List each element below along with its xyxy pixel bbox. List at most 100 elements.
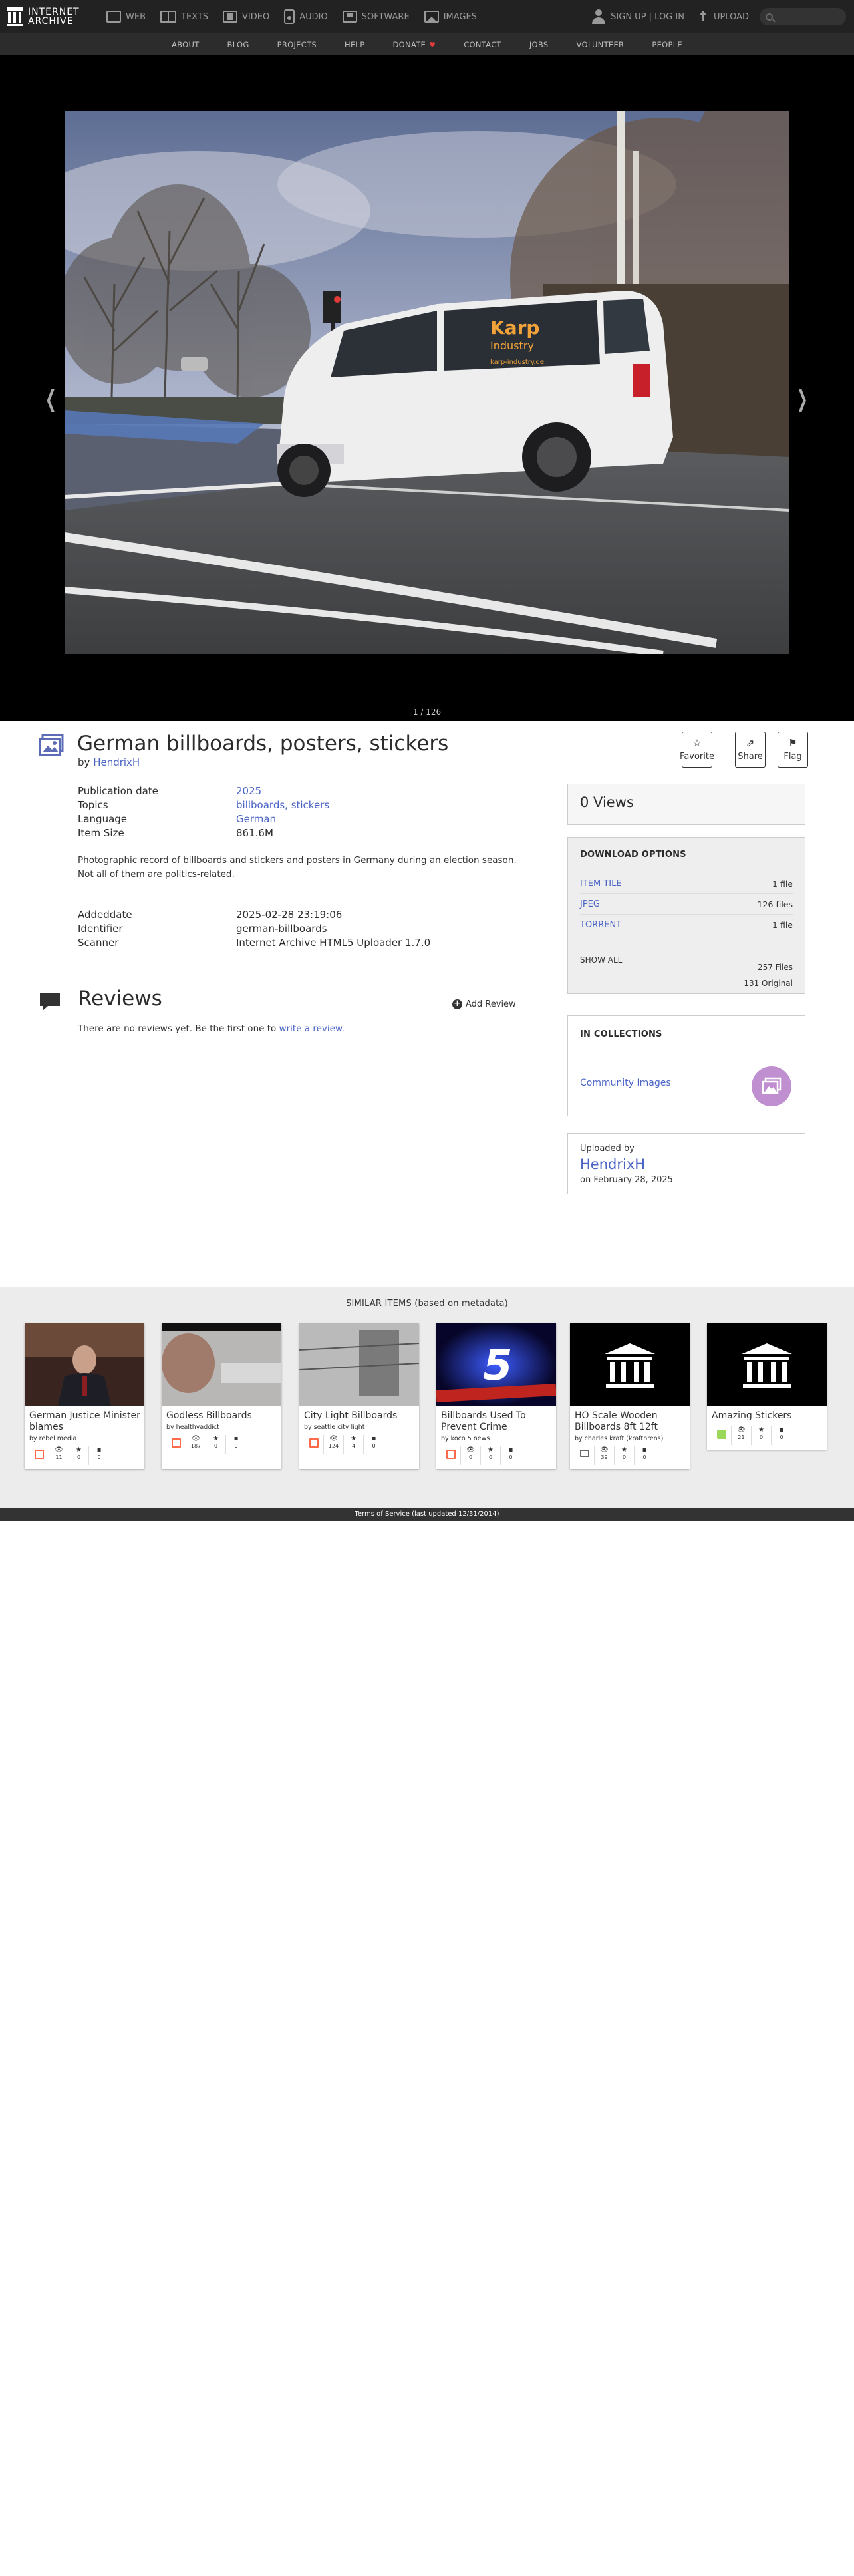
folder-type-icon	[579, 1450, 589, 1457]
download-options-heading: DOWNLOAD OPTIONS	[580, 850, 686, 860]
comment-icon: ▪	[96, 1446, 102, 1454]
tile-thumbnail	[25, 1323, 144, 1406]
movie-type-icon	[446, 1450, 456, 1459]
media-nav: WEB TEXTS VIDEO AUDIO SOFTWARE IMAGES	[106, 9, 492, 24]
film-icon	[223, 11, 238, 23]
tile-thumbnail	[162, 1323, 281, 1406]
reviews-heading: Reviews	[78, 987, 162, 1011]
upload-link[interactable]: UPLOAD	[714, 12, 749, 22]
book-icon	[160, 11, 176, 23]
nav-web[interactable]: WEB	[106, 11, 146, 23]
account-nav: SIGN UP | LOG IN UPLOAD	[592, 0, 854, 33]
nav-video[interactable]: VIDEO	[223, 11, 269, 23]
tile-thumbnail	[570, 1323, 690, 1406]
language-link[interactable]: German	[236, 813, 276, 827]
views-box: 0 Views	[567, 784, 805, 825]
similar-items-heading: SIMILAR ITEMS (based on metadata)	[346, 1299, 508, 1309]
download-row: ITEM TILE 1 file	[580, 879, 793, 894]
similar-item-tile[interactable]: City Light Billboards by seattle city li…	[299, 1323, 419, 1469]
tile-stats: 👁 187 ★ 0 ▪ 0	[166, 1435, 246, 1454]
heart-icon: ♥	[429, 40, 436, 49]
subnav-projects[interactable]: PROJECTS	[277, 40, 317, 49]
topics-links[interactable]: billboards, stickers	[236, 799, 329, 813]
subnav-donate[interactable]: DONATE ♥	[392, 40, 436, 49]
signup-login-link[interactable]: SIGN UP | LOG IN	[611, 12, 684, 22]
top-nav: INTERNET ARCHIVE WEB TEXTS VIDEO AUDIO S…	[0, 0, 854, 33]
sub-nav: ABOUT BLOG PROJECTS HELP DONATE ♥ CONTACT…	[0, 33, 854, 55]
uploader-box: Uploaded by HendrixH on February 28, 202…	[567, 1133, 805, 1194]
similar-item-tile[interactable]: German Justice Minister blames by rebel …	[25, 1323, 144, 1469]
speech-bubble-icon	[40, 993, 60, 1011]
nav-audio[interactable]: AUDIO	[284, 9, 328, 24]
next-image-arrow[interactable]: ❯	[797, 388, 808, 410]
flag-button[interactable]: ⚑ Flag	[778, 732, 808, 768]
subnav-about[interactable]: ABOUT	[172, 40, 200, 49]
image-type-icon	[716, 1430, 726, 1439]
metadata-row: Scanner Internet Archive HTML5 Uploader …	[78, 937, 431, 949]
search-input[interactable]	[760, 8, 846, 25]
user-icon[interactable]	[592, 9, 606, 24]
upload-icon[interactable]	[698, 11, 708, 23]
item-byline: by HendrixH	[78, 756, 140, 768]
download-torrent-link[interactable]: TORRENT	[580, 920, 621, 930]
similar-item-tile[interactable]: HO Scale Wooden Billboards 8ft 12ft by c…	[570, 1323, 690, 1469]
item-header: German billboards, posters, stickers by …	[0, 732, 854, 772]
add-review-button[interactable]: + Add Review	[452, 999, 516, 1009]
speaker-icon	[284, 9, 295, 24]
similar-item-tile[interactable]: Godless Billboards by healthyaddict 👁 187…	[162, 1323, 281, 1469]
nav-texts[interactable]: TEXTS	[160, 11, 208, 23]
metadata-row: Language German	[78, 813, 329, 827]
flag-icon: ⚑	[788, 736, 797, 749]
similar-item-tile[interactable]: 5 Billboards Used To Prevent Crime by ko…	[436, 1323, 556, 1469]
subnav-contact[interactable]: CONTACT	[464, 40, 501, 49]
collection-link[interactable]: Community Images	[580, 1078, 671, 1088]
publication-date-link[interactable]: 2025	[236, 785, 261, 799]
previous-image-arrow[interactable]: ❮	[45, 388, 57, 410]
tile-thumbnail	[707, 1323, 827, 1406]
download-options-box: DOWNLOAD OPTIONS ITEM TILE 1 file JPEG 1…	[567, 837, 805, 994]
van-photo[interactable]: Karp Industry karp-industry.de	[65, 111, 789, 654]
metadata-row: Topics billboards, stickers	[78, 799, 329, 813]
van-url-text: karp-industry.de	[490, 359, 544, 366]
similar-item-tile[interactable]: Amazing Stickers 👁 21 ★ 0 ▪ 0	[707, 1323, 827, 1450]
upload-date: on February 28, 2025	[580, 1175, 673, 1185]
image-viewer: Karp Industry karp-industry.de ❮ ❯ 1 / 1…	[0, 55, 854, 721]
star-icon: ★	[488, 1446, 494, 1454]
file-totals: 257 Files 131 Original	[744, 963, 793, 988]
eye-icon: 👁	[55, 1446, 63, 1454]
eye-icon: 👁	[192, 1435, 200, 1442]
nav-software[interactable]: SOFTWARE	[342, 11, 410, 23]
download-item-tile-link[interactable]: ITEM TILE	[580, 879, 622, 889]
eye-icon: 👁	[600, 1446, 609, 1454]
van-brand-subtext: Industry	[490, 339, 534, 352]
favorite-button[interactable]: ☆ Favorite	[680, 732, 714, 768]
subnav-blog[interactable]: BLOG	[227, 40, 249, 49]
subnav-help[interactable]: HELP	[345, 40, 364, 49]
author-link[interactable]: HendrixH	[93, 756, 140, 768]
eye-icon: 👁	[737, 1426, 746, 1434]
logo-text: INTERNET ARCHIVE	[28, 7, 80, 27]
internet-archive-logo[interactable]: INTERNET ARCHIVE	[0, 7, 106, 26]
footer-terms-link[interactable]: Terms of Service (last updated 12/31/201…	[0, 1508, 854, 1521]
uploader-link[interactable]: HendrixH	[580, 1156, 793, 1172]
show-all-link[interactable]: SHOW ALL	[580, 955, 622, 965]
item-title: German billboards, posters, stickers	[77, 732, 449, 756]
search-icon	[766, 13, 773, 21]
download-jpeg-link[interactable]: JPEG	[580, 899, 600, 909]
subnav-people[interactable]: PEOPLE	[652, 40, 682, 49]
nav-images[interactable]: IMAGES	[424, 11, 477, 23]
image-icon	[424, 11, 439, 23]
write-review-link[interactable]: write a review.	[279, 1023, 345, 1034]
star-icon: ☆	[692, 736, 702, 749]
eye-icon: 👁	[466, 1446, 475, 1454]
page-counter: 1 / 126	[412, 707, 442, 717]
download-row: TORRENT 1 file	[580, 920, 793, 935]
collection-image-icon[interactable]	[752, 1066, 791, 1106]
tile-stats: 👁 0 ★ 0 ▪ 0	[441, 1446, 521, 1465]
subnav-jobs[interactable]: JOBS	[529, 40, 549, 49]
share-button[interactable]: ⇗ Share	[735, 732, 766, 768]
comment-icon: ▪	[508, 1446, 513, 1454]
share-icon: ⇗	[746, 736, 755, 749]
subnav-volunteer[interactable]: VOLUNTEER	[577, 40, 625, 49]
download-row: JPEG 126 files	[580, 899, 793, 915]
